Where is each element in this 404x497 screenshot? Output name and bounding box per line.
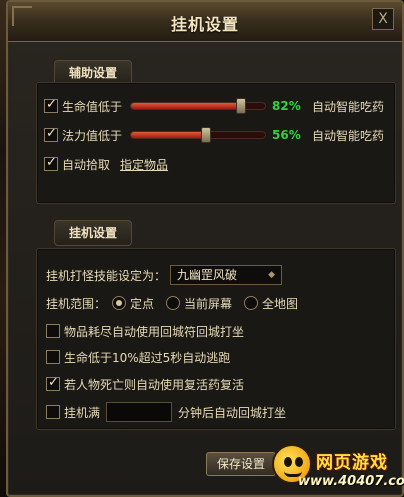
skill-row: 挂机打怪技能设定为： 九幽罡风破 ◆: [46, 264, 283, 286]
return-scroll-label: 物品耗尽自动使用回城符回城打坐: [64, 324, 245, 339]
option-timer-row: 挂机满 分钟后自动回城打坐: [46, 401, 286, 423]
title-bar[interactable]: 挂机设置 X: [8, 2, 402, 42]
mp-label: 法力值低于: [62, 128, 123, 143]
skill-value: 九幽罡风破: [177, 268, 238, 282]
hp-slider-fill: [131, 103, 241, 109]
dropdown-arrow-icon: ◆: [268, 270, 276, 280]
watermark-title: 网页游戏: [316, 453, 388, 473]
watermark-url: www.40407.com: [298, 474, 404, 489]
hp-checkbox[interactable]: [44, 97, 58, 113]
mp-checkbox[interactable]: [44, 126, 58, 142]
pickup-checkbox[interactable]: [44, 155, 58, 171]
low-hp-escape-label: 生命低于10%超过5秒自动逃跑: [64, 350, 231, 365]
range-radio-screen[interactable]: [166, 296, 181, 310]
range-radio-map[interactable]: [244, 296, 259, 310]
auto-revive-label: 若人物死亡则自动使用复活药复活: [64, 377, 245, 392]
return-scroll-checkbox[interactable]: [46, 324, 60, 338]
auto-revive-checkbox[interactable]: [46, 375, 60, 391]
range-option-fixed: 定点: [130, 296, 155, 311]
skill-select[interactable]: 九幽罡风破 ◆: [170, 265, 283, 285]
mp-auto-text: 自动智能吃药: [312, 128, 385, 143]
timer-label: 挂机满: [64, 405, 101, 420]
range-radio-fixed[interactable]: [112, 296, 127, 310]
option-revive-row: 若人物死亡则自动使用复活药复活: [46, 373, 244, 395]
specify-items-link[interactable]: 指定物品: [120, 156, 168, 173]
range-row: 挂机范围： 定点 当前屏幕 全地图: [46, 292, 298, 314]
timer-suffix: 分钟后自动回城打坐: [178, 405, 287, 420]
pickup-label: 自动拾取: [62, 157, 111, 172]
hp-row: 生命值低于 82% 自动智能吃药: [44, 95, 384, 117]
mp-slider[interactable]: [130, 127, 267, 143]
hang-settings-dialog: 挂机设置 X 辅助设置 生命值低于 82% 自动智能吃药 法力值低于 56% 自…: [6, 0, 404, 497]
dialog-title: 挂机设置: [170, 15, 239, 34]
range-label: 挂机范围：: [46, 296, 107, 311]
mp-slider-fill: [131, 132, 207, 138]
close-icon: X: [378, 11, 388, 27]
hp-auto-text: 自动智能吃药: [312, 99, 385, 114]
hp-label: 生命值低于: [62, 99, 123, 114]
hp-slider-handle[interactable]: [235, 98, 246, 114]
timer-checkbox[interactable]: [46, 405, 60, 419]
skill-label: 挂机打怪技能设定为：: [46, 268, 167, 283]
hp-percent: 82%: [272, 99, 301, 113]
mp-percent: 56%: [272, 128, 301, 142]
mp-row: 法力值低于 56% 自动智能吃药: [44, 124, 384, 146]
range-option-map: 全地图: [262, 296, 299, 311]
site-watermark: 网页游戏 www.40407.com: [268, 440, 404, 497]
hang-section-label: 挂机设置: [54, 220, 133, 246]
option-return-row: 物品耗尽自动使用回城符回城打坐: [46, 320, 244, 342]
option-escape-row: 生命低于10%超过5秒自动逃跑: [46, 346, 230, 368]
save-settings-button[interactable]: 保存设置: [206, 452, 276, 476]
mp-slider-handle[interactable]: [201, 127, 212, 143]
minutes-input[interactable]: [106, 402, 173, 422]
hp-slider[interactable]: [130, 98, 267, 114]
close-button[interactable]: X: [372, 8, 394, 30]
range-option-screen: 当前屏幕: [184, 296, 233, 311]
pickup-row: 自动拾取 指定物品: [44, 153, 168, 175]
low-hp-escape-checkbox[interactable]: [46, 350, 60, 364]
